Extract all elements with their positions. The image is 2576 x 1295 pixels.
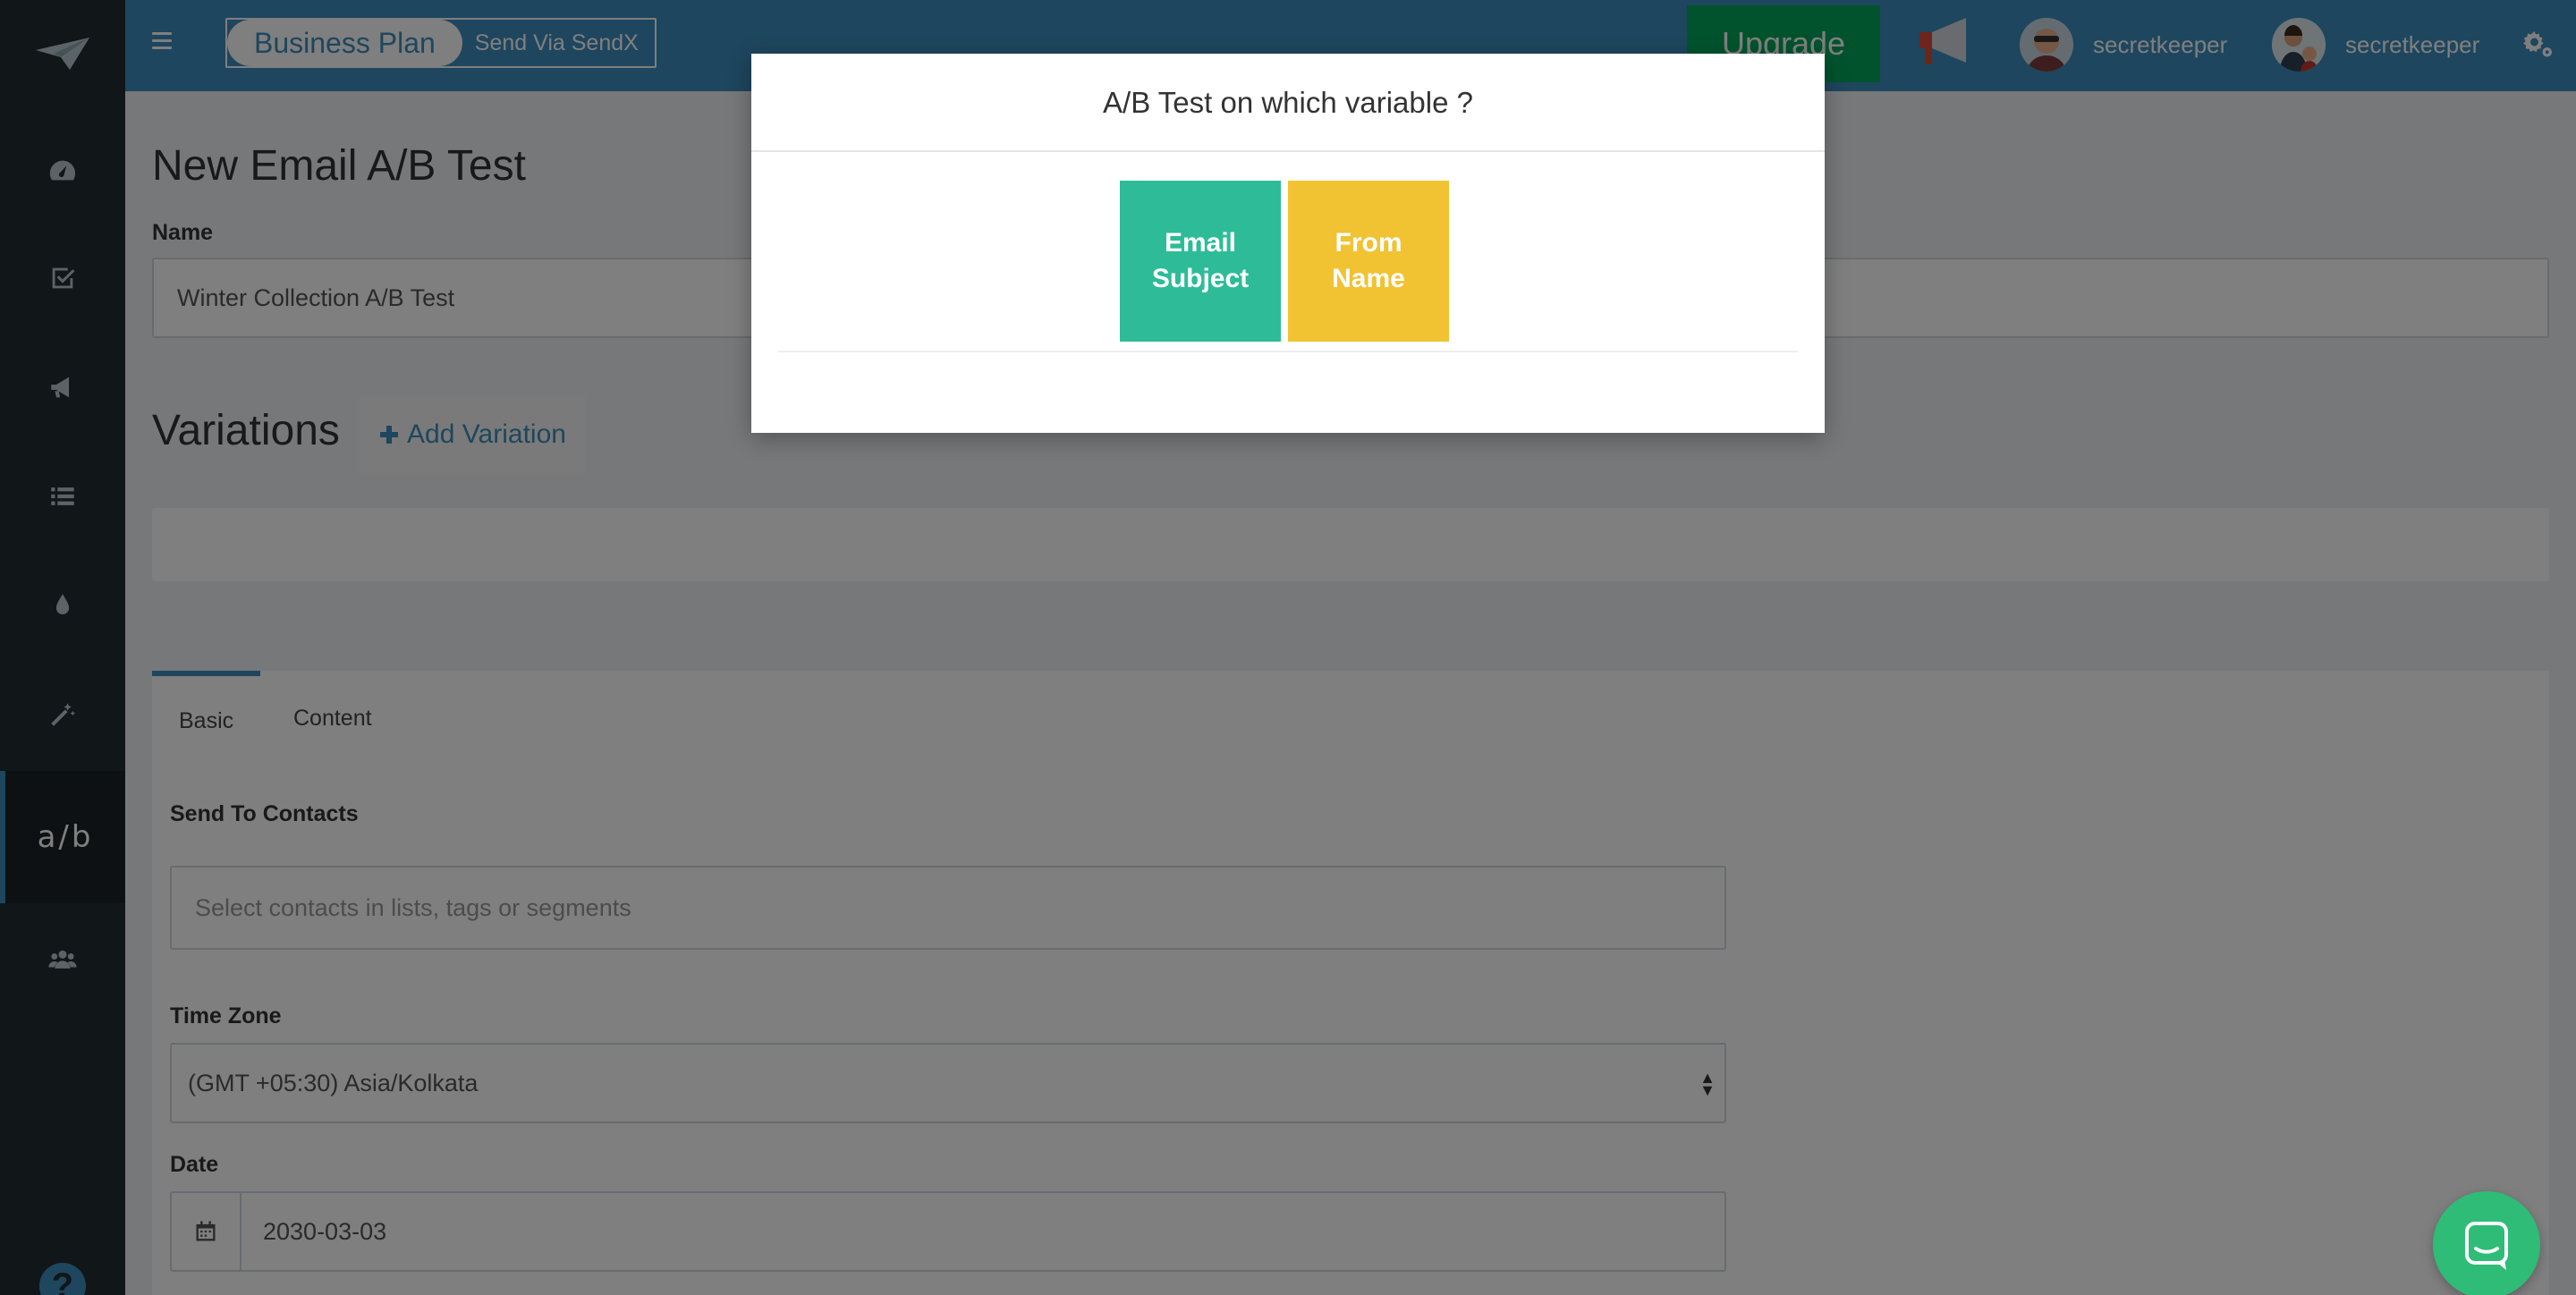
modal-title: A/B Test on which variable ? — [751, 54, 1825, 152]
modal-divider — [778, 351, 1798, 352]
chat-launcher-button[interactable] — [2433, 1191, 2540, 1295]
ab-variable-modal: A/B Test on which variable ? Email Subjec… — [751, 54, 1825, 433]
from-name-option-button[interactable]: From Name — [1288, 181, 1449, 342]
email-subject-option-button[interactable]: Email Subject — [1120, 181, 1281, 342]
email-subject-option-label: Email Subject — [1151, 228, 1250, 293]
chat-icon — [2465, 1222, 2508, 1270]
from-name-option-label: From Name — [1332, 228, 1405, 293]
